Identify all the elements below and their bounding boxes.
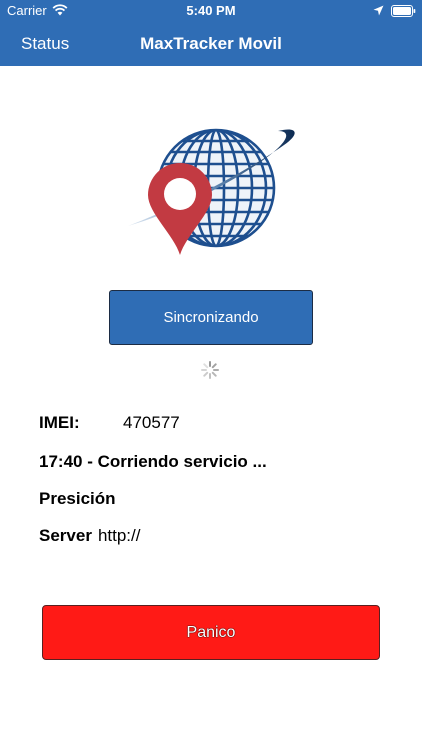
sync-button[interactable]: Sincronizando — [109, 290, 313, 345]
status-bar: Carrier 5:40 PM — [0, 0, 422, 22]
battery-icon — [391, 5, 416, 17]
imei-row: IMEI: 470577 — [39, 413, 180, 433]
service-status-text: 17:40 - Corriendo servicio ... — [39, 452, 267, 471]
server-row: Server http:// — [39, 526, 140, 546]
clock: 5:40 PM — [186, 3, 236, 18]
server-value: http:// — [97, 526, 141, 545]
panic-button[interactable]: Panico — [42, 605, 380, 660]
status-back-button[interactable]: Status — [21, 34, 69, 54]
navigation-bar: Status MaxTracker Movil — [0, 22, 422, 66]
loading-spinner-icon — [201, 361, 219, 379]
precision-label: Presición — [39, 489, 116, 508]
server-label: Server — [39, 526, 92, 545]
imei-value: 470577 — [123, 413, 180, 432]
imei-label: IMEI: — [39, 413, 80, 432]
location-icon — [373, 5, 384, 16]
app-logo — [128, 128, 295, 255]
